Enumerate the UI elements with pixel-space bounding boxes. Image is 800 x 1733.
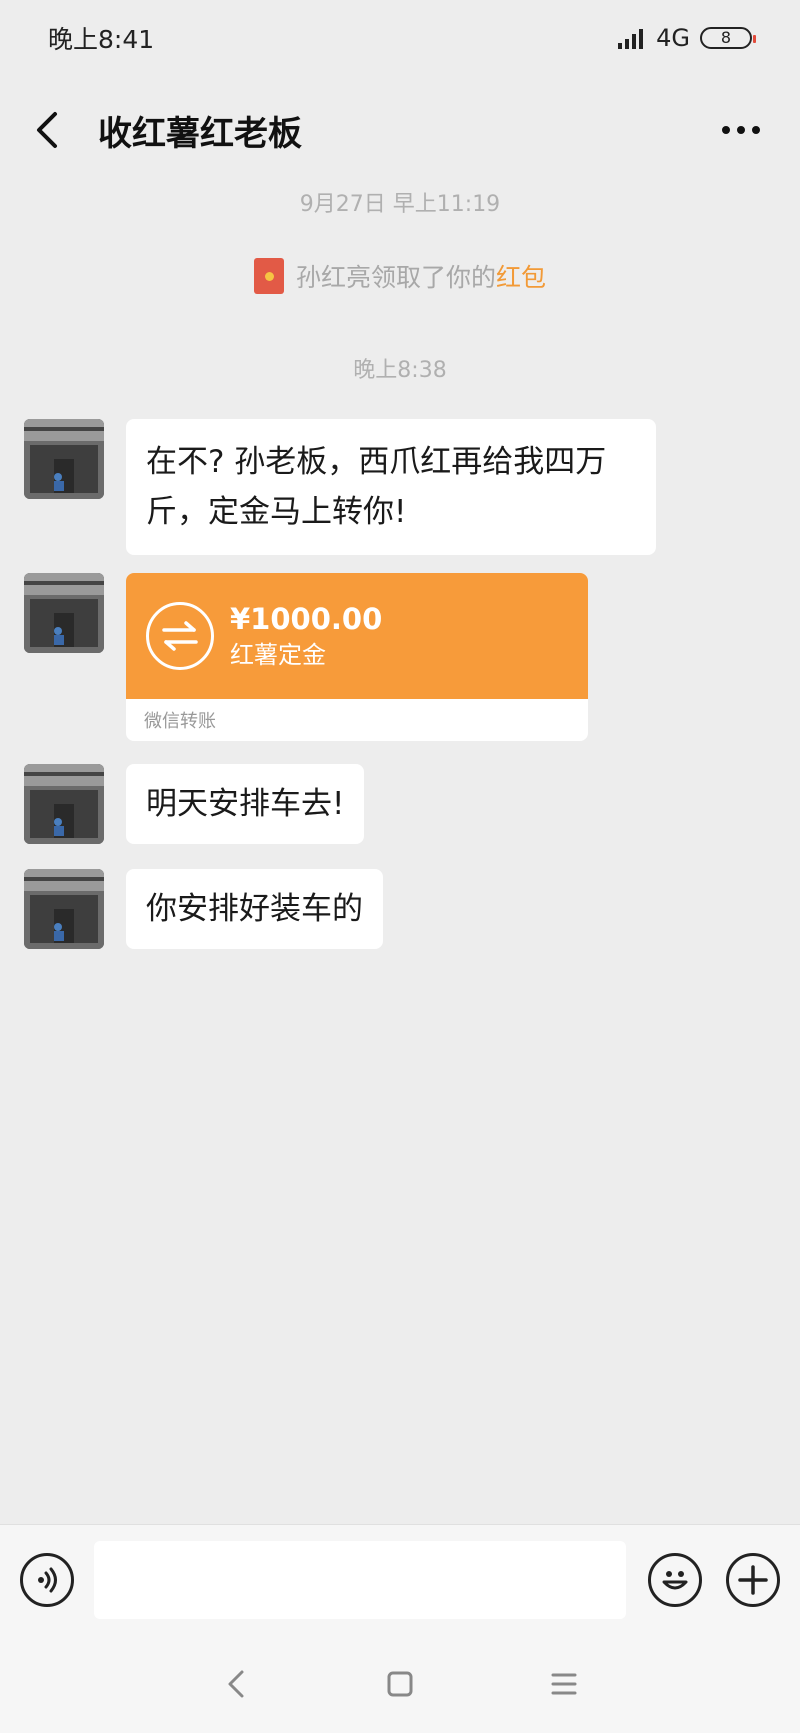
message-text-line: 在不? 孙老板，西爪红再给我四万 xyxy=(146,444,607,480)
chevron-left-icon[interactable] xyxy=(24,108,68,152)
message-text: 明天安排车去! xyxy=(146,786,345,822)
voice-icon[interactable] xyxy=(20,1552,74,1607)
home-nav-icon[interactable] xyxy=(378,1662,422,1706)
message-input[interactable] xyxy=(94,1540,626,1619)
message-row: ¥1000.00 红薯定金 微信转账 xyxy=(24,573,588,741)
plus-icon[interactable] xyxy=(726,1552,780,1607)
red-packet-link[interactable]: 红包 xyxy=(496,258,546,294)
system-nav-bar xyxy=(0,1634,800,1733)
transfer-note: 红薯定金 xyxy=(230,641,326,669)
avatar[interactable] xyxy=(24,419,104,499)
transfer-footer: 微信转账 xyxy=(144,711,216,732)
back-nav-icon[interactable] xyxy=(214,1662,258,1706)
avatar[interactable] xyxy=(24,764,104,844)
transfer-card-body: ¥1000.00 红薯定金 xyxy=(126,573,588,699)
message-row: 你安排好装车的 xyxy=(24,869,383,949)
menu-nav-icon[interactable] xyxy=(542,1662,586,1706)
system-message-text: 孙红亮领取了你的 xyxy=(295,263,496,292)
message-text-line: 斤，定金马上转你! xyxy=(146,494,407,530)
message-bubble[interactable]: 明天安排车去! xyxy=(126,764,365,844)
input-bar xyxy=(0,1524,800,1634)
message-bubble[interactable]: 在不? 孙老板，西爪红再给我四万 斤，定金马上转你! xyxy=(126,419,656,555)
chat-title: 收红薯红老板 xyxy=(98,113,302,154)
battery-icon: 8 xyxy=(700,26,756,49)
transfer-info: ¥1000.00 红薯定金 xyxy=(230,600,382,672)
chat-timestamp: 9月27日 早上11:19 xyxy=(299,192,501,217)
status-bar: 晚上8:41 4G 8 xyxy=(0,0,800,75)
status-time: 晚上8:41 xyxy=(48,24,155,54)
message-row: 明天安排车去! xyxy=(24,764,365,844)
signal-icon xyxy=(618,28,644,49)
emoji-icon[interactable] xyxy=(648,1552,702,1607)
message-row: 在不? 孙老板，西爪红再给我四万 斤，定金马上转你! xyxy=(24,419,656,555)
avatar[interactable] xyxy=(24,869,104,949)
transfer-icon xyxy=(146,602,214,670)
avatar[interactable] xyxy=(24,573,104,653)
chat-timestamp: 晚上8:38 xyxy=(353,358,447,383)
status-indicators: 4G 8 xyxy=(618,23,756,52)
transfer-card[interactable]: ¥1000.00 红薯定金 微信转账 xyxy=(126,573,588,741)
message-text: 你安排好装车的 xyxy=(146,891,363,927)
red-packet-icon xyxy=(253,258,284,294)
chat-header: 收红薯红老板 xyxy=(0,75,800,185)
transfer-amount: ¥1000.00 xyxy=(230,602,383,636)
system-message: 孙红亮领取了你的 红包 xyxy=(0,258,800,294)
network-label: 4G xyxy=(656,23,690,52)
battery-level: 8 xyxy=(720,28,732,47)
more-dots-icon[interactable] xyxy=(716,108,766,152)
message-bubble[interactable]: 你安排好装车的 xyxy=(126,869,383,949)
